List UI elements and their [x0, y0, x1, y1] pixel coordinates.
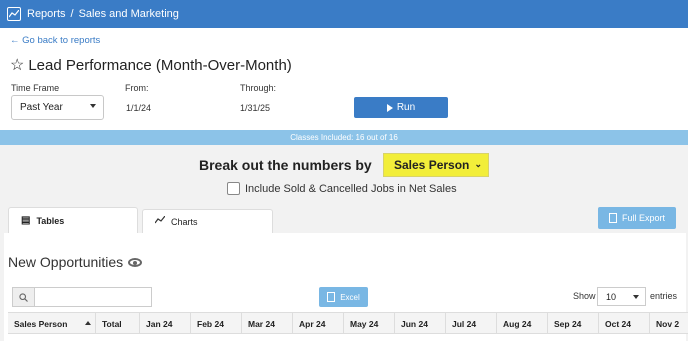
classes-included-bar[interactable]: Classes Included: 16 out of 16 [0, 130, 688, 145]
entries-label: entries [650, 291, 678, 301]
caret-down-icon [633, 295, 639, 299]
play-icon [386, 103, 393, 112]
column-header[interactable]: May 24 [344, 313, 395, 333]
star-outline-icon[interactable]: ☆ [10, 55, 24, 75]
column-header-label: Aug 24 [503, 319, 532, 329]
include-sold-label: Include Sold & Cancelled Jobs in Net Sal… [245, 183, 457, 195]
search-input[interactable] [12, 287, 152, 307]
entries-select[interactable]: 10 [597, 287, 646, 306]
through-label: Through: [240, 83, 277, 93]
timeframe-label: Time Frame [11, 83, 60, 93]
column-header-label: Jan 24 [146, 319, 173, 329]
column-header-label: Jul 24 [452, 319, 477, 329]
file-excel-icon [327, 292, 336, 302]
column-header-label: Nov 2 [656, 319, 680, 329]
column-header-label: Total [102, 319, 122, 329]
full-export-label: Full Export [621, 213, 665, 223]
table-icon: ▤ [21, 215, 31, 226]
entries-value: 10 [606, 291, 617, 302]
breakout-label: Break out the numbers by [199, 157, 372, 173]
file-excel-icon [608, 213, 617, 223]
column-header-label: Oct 24 [605, 319, 631, 329]
run-label: Run [396, 102, 416, 113]
show-label: Show [573, 291, 596, 301]
back-to-reports-link[interactable]: ← Go back to reports [10, 35, 100, 46]
tab-charts-label: Charts [171, 216, 198, 227]
column-header-label: Feb 24 [197, 319, 224, 329]
from-value[interactable]: 1/1/24 [126, 103, 151, 113]
breakout-value: Sales Person [394, 158, 470, 172]
column-header[interactable]: Nov 2 [650, 313, 688, 333]
column-header[interactable]: Mar 24 [242, 313, 293, 333]
column-header-label: Apr 24 [299, 319, 326, 329]
column-header[interactable]: Jun 24 [395, 313, 446, 333]
top-bar: Reports / Sales and Marketing [0, 0, 688, 28]
page-title: ☆ Lead Performance (Month-Over-Month) [10, 55, 292, 75]
column-header-label: May 24 [350, 319, 379, 329]
table-header-row: Sales Person Total Jan 24 Feb 24 Mar 24 … [8, 312, 688, 334]
chevron-down-icon: ⌄ [474, 159, 482, 169]
tab-tables-label: Tables [36, 215, 65, 226]
column-header[interactable]: Jul 24 [446, 313, 497, 333]
caret-down-icon [90, 104, 96, 108]
column-header[interactable]: Sep 24 [548, 313, 599, 333]
breakout-select[interactable]: Sales Person ⌄ [383, 153, 489, 177]
timeframe-value: Past Year [20, 102, 63, 113]
column-header[interactable]: Jan 24 [140, 313, 191, 333]
search-icon [13, 288, 35, 306]
column-header-label: Mar 24 [248, 319, 275, 329]
excel-export-button[interactable]: Excel [319, 287, 368, 307]
sort-asc-icon [85, 321, 91, 325]
include-sold-checkbox[interactable] [227, 182, 240, 195]
tab-charts[interactable]: Charts [142, 209, 273, 233]
eye-icon[interactable] [128, 257, 143, 267]
from-label: From: [125, 83, 149, 93]
breadcrumb-current: Sales and Marketing [78, 8, 179, 20]
section-title-text: New Opportunities [8, 254, 124, 270]
tab-tables[interactable]: ▤ Tables [8, 207, 138, 233]
column-header-label: Jun 24 [401, 319, 428, 329]
through-value[interactable]: 1/31/25 [240, 103, 270, 113]
breadcrumb-separator: / [70, 8, 74, 20]
column-header[interactable]: Oct 24 [599, 313, 650, 333]
column-header-label: Sep 24 [554, 319, 582, 329]
column-header[interactable]: Sales Person [8, 313, 96, 333]
breadcrumb-reports[interactable]: Reports [27, 8, 66, 20]
column-header[interactable]: Apr 24 [293, 313, 344, 333]
chart-icon [154, 215, 166, 227]
timeframe-select[interactable]: Past Year [11, 95, 104, 120]
full-export-button[interactable]: Full Export [598, 207, 676, 229]
column-header[interactable]: Total [96, 313, 140, 333]
column-header[interactable]: Aug 24 [497, 313, 548, 333]
page-title-text: Lead Performance (Month-Over-Month) [28, 56, 292, 74]
line-chart-icon [7, 7, 21, 21]
excel-label: Excel [340, 292, 360, 302]
section-title: New Opportunities [8, 254, 143, 270]
column-header-label: Sales Person [14, 319, 68, 329]
run-button[interactable]: Run [354, 97, 448, 118]
column-header[interactable]: Feb 24 [191, 313, 242, 333]
